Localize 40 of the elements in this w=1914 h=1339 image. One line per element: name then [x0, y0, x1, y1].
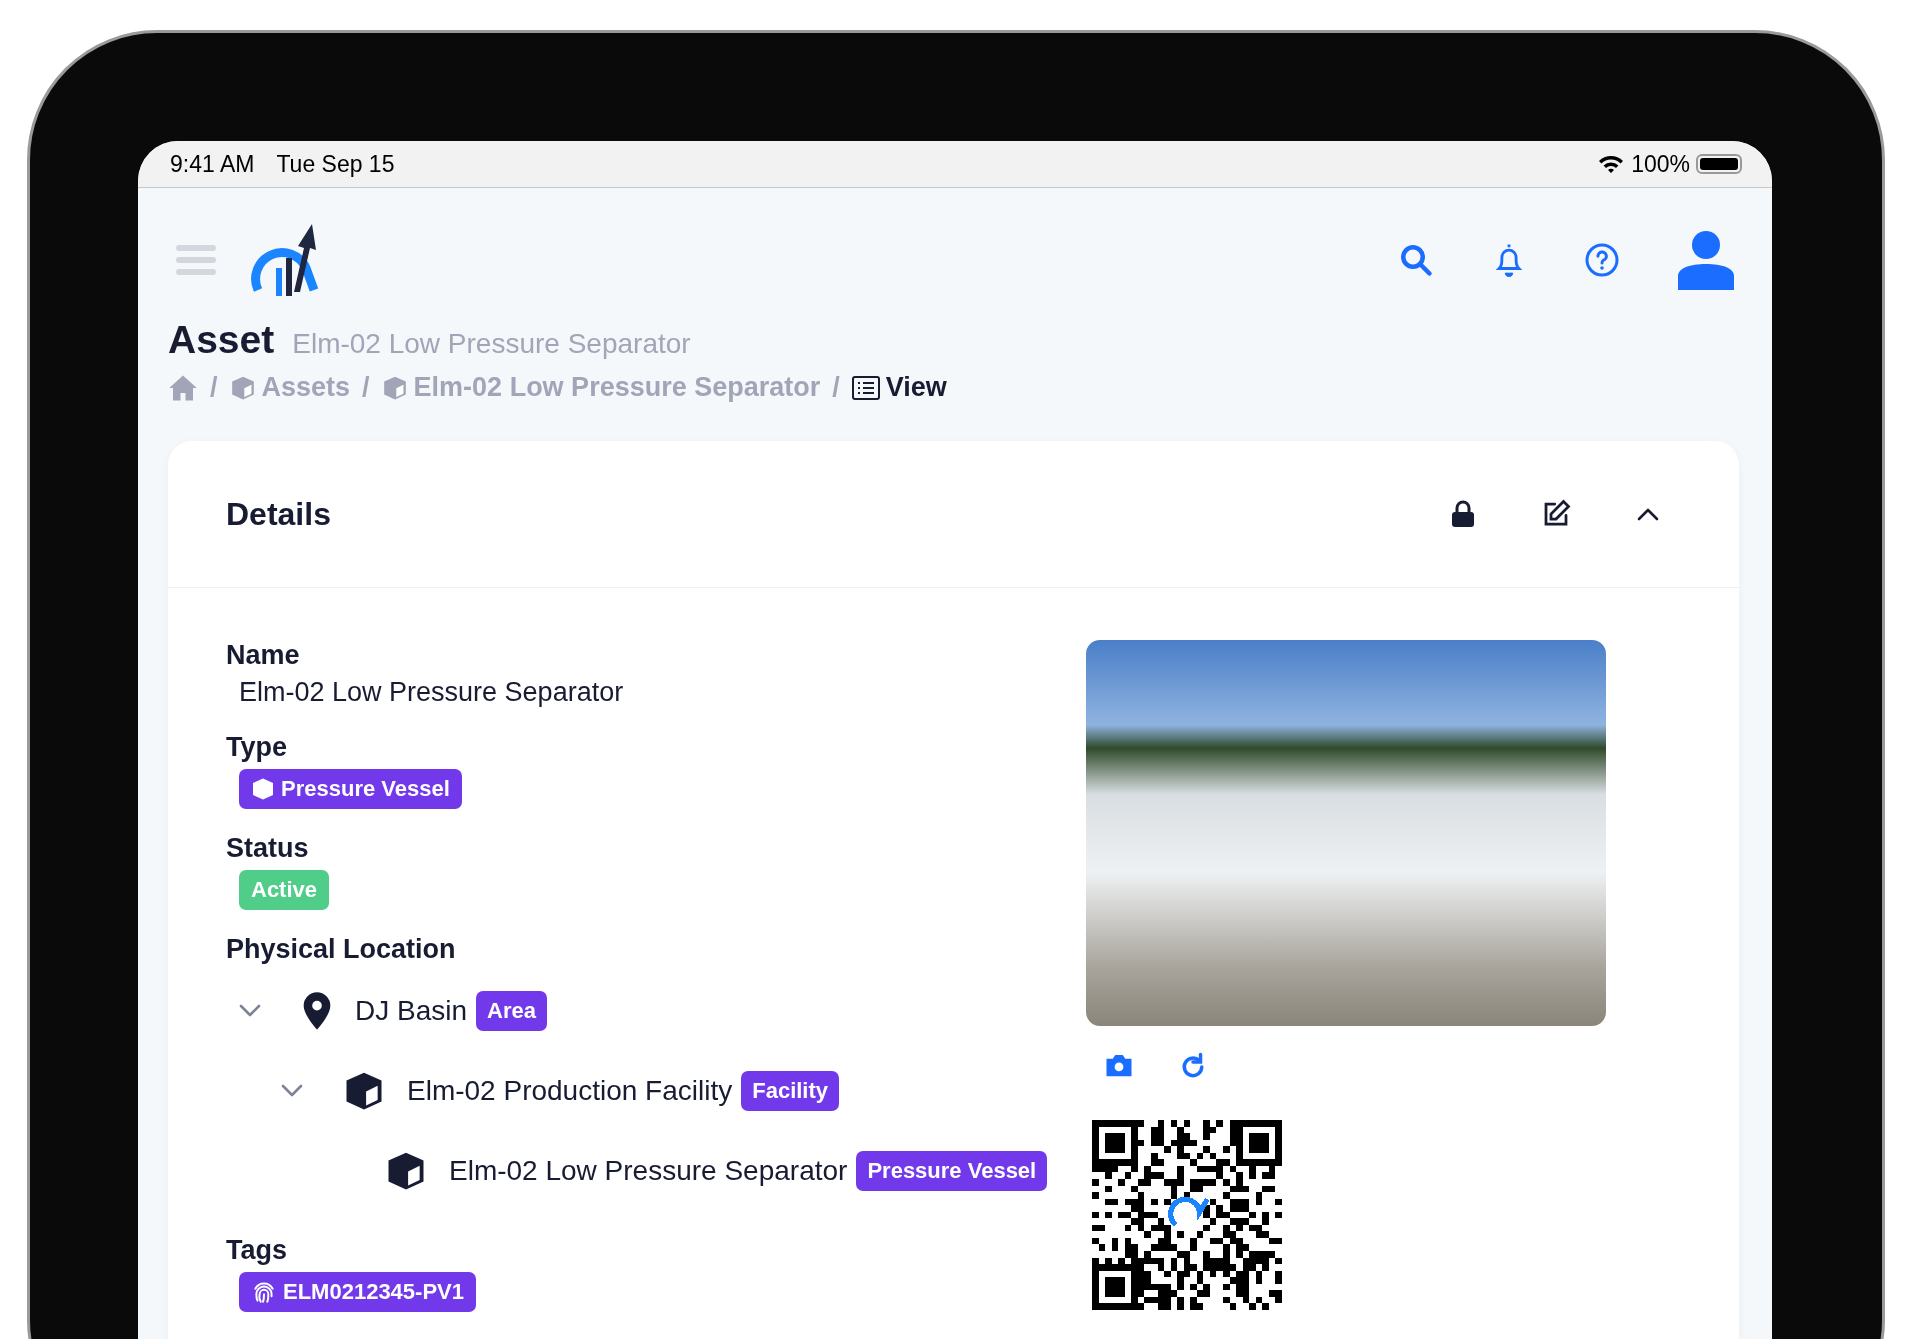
tag-badge: ELM0212345-PV1 — [239, 1272, 476, 1312]
list-icon — [851, 375, 880, 400]
tree-item-name[interactable]: Elm-02 Production Facility — [407, 1075, 733, 1107]
field-label: Status — [226, 833, 310, 864]
type-badge: Pressure Vessel — [239, 769, 462, 809]
tree-item-name[interactable]: Elm-02 Low Pressure Separator — [449, 1155, 848, 1187]
card-title: Details — [226, 495, 332, 533]
cube-icon — [381, 374, 408, 401]
type-badge: Pressure Vessel — [856, 1151, 1048, 1191]
breadcrumb-separator: / — [832, 372, 840, 403]
lock-button[interactable] — [1451, 500, 1475, 528]
breadcrumb-link[interactable]: View — [851, 372, 947, 403]
map-pin-icon — [301, 991, 333, 1031]
field-label: Tags — [226, 1235, 288, 1266]
battery-icon — [1696, 154, 1742, 174]
type-badge: Area — [476, 991, 547, 1031]
field-label: Name — [226, 640, 301, 671]
home-icon — [168, 373, 198, 402]
field-value: Elm-02 Low Pressure Separator — [238, 677, 625, 708]
cube-icon — [343, 1070, 385, 1112]
type-badge: Facility — [741, 1071, 840, 1111]
home-link[interactable] — [168, 373, 198, 402]
breadcrumb-separator: / — [210, 372, 218, 403]
field-label: Type — [226, 732, 288, 763]
cube-icon — [229, 374, 256, 401]
tree-item-name[interactable]: DJ Basin — [355, 995, 468, 1027]
status-date: Tue Sep 15 — [276, 150, 395, 178]
profile-avatar[interactable] — [1678, 230, 1734, 290]
collapse-button[interactable] — [1637, 507, 1659, 521]
page-subtitle: Elm-02 Low Pressure Separator — [292, 328, 691, 360]
status-badge: Active — [239, 870, 330, 910]
status-time: 9:41 AM — [170, 150, 255, 178]
cube-icon — [251, 777, 275, 801]
page-title: Asset — [168, 318, 275, 362]
search-button[interactable] — [1398, 242, 1434, 278]
field-label: Physical Location — [226, 934, 457, 965]
help-button[interactable] — [1584, 242, 1620, 278]
breadcrumb-separator: / — [362, 372, 370, 403]
cube-icon — [385, 1150, 427, 1192]
battery-percent: 100% — [1631, 150, 1690, 178]
